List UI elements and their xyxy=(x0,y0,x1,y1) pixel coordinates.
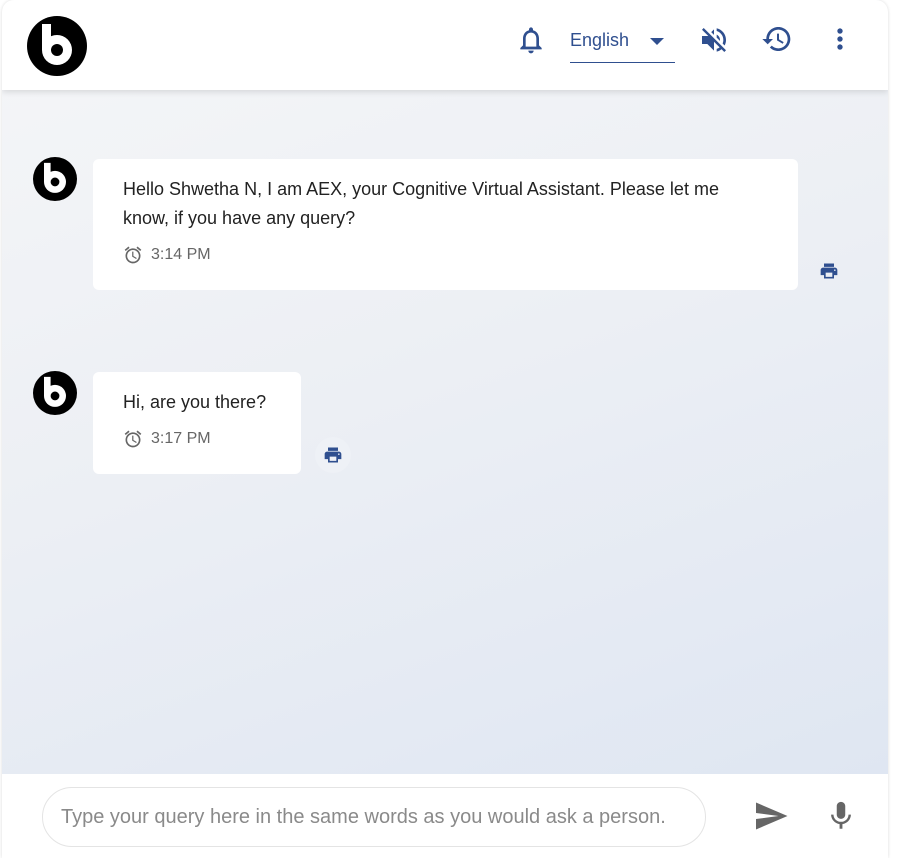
chat-input-bar xyxy=(2,774,888,858)
timestamp-text: 3:14 PM xyxy=(151,246,211,263)
message-timestamp: 3:14 PM xyxy=(123,245,211,265)
chat-window: English Hello Shwetha N, I am AEX, your … xyxy=(2,0,888,858)
print-message-button[interactable] xyxy=(811,253,847,289)
bot-avatar-icon xyxy=(33,157,77,201)
alarm-clock-icon xyxy=(124,430,142,448)
bell-icon[interactable] xyxy=(515,24,547,56)
brand-logo-icon xyxy=(27,16,87,76)
print-message-button[interactable] xyxy=(315,437,351,473)
timestamp-text: 3:17 PM xyxy=(151,430,211,447)
language-select[interactable]: English xyxy=(570,22,675,63)
bot-avatar-icon xyxy=(33,371,77,415)
alarm-clock-icon xyxy=(124,246,142,264)
history-icon[interactable] xyxy=(761,23,793,55)
message-text: Hi, are you there? xyxy=(123,388,266,417)
message-line: Hello Shwetha N, I am AEX, your Cognitiv… xyxy=(123,179,719,199)
print-icon xyxy=(324,447,342,463)
volume-mute-icon[interactable] xyxy=(698,24,730,56)
chat-header: English xyxy=(2,0,888,90)
send-icon[interactable] xyxy=(752,798,790,834)
message-line: know, if you have any query? xyxy=(123,208,356,228)
message-timestamp: 3:17 PM xyxy=(123,429,211,449)
language-selected-value: English xyxy=(570,30,630,50)
caret-down-icon xyxy=(650,38,664,45)
print-icon xyxy=(820,263,838,279)
message-text: Hello Shwetha N, I am AEX, your Cognitiv… xyxy=(123,175,719,233)
query-input[interactable] xyxy=(42,787,706,847)
microphone-icon[interactable] xyxy=(824,798,858,834)
chat-message: Hi, are you there? 3:17 PM xyxy=(93,372,301,474)
more-vert-icon[interactable] xyxy=(824,23,856,55)
message-line: Hi, are you there? xyxy=(123,392,267,412)
chat-message: Hello Shwetha N, I am AEX, your Cognitiv… xyxy=(93,159,798,290)
